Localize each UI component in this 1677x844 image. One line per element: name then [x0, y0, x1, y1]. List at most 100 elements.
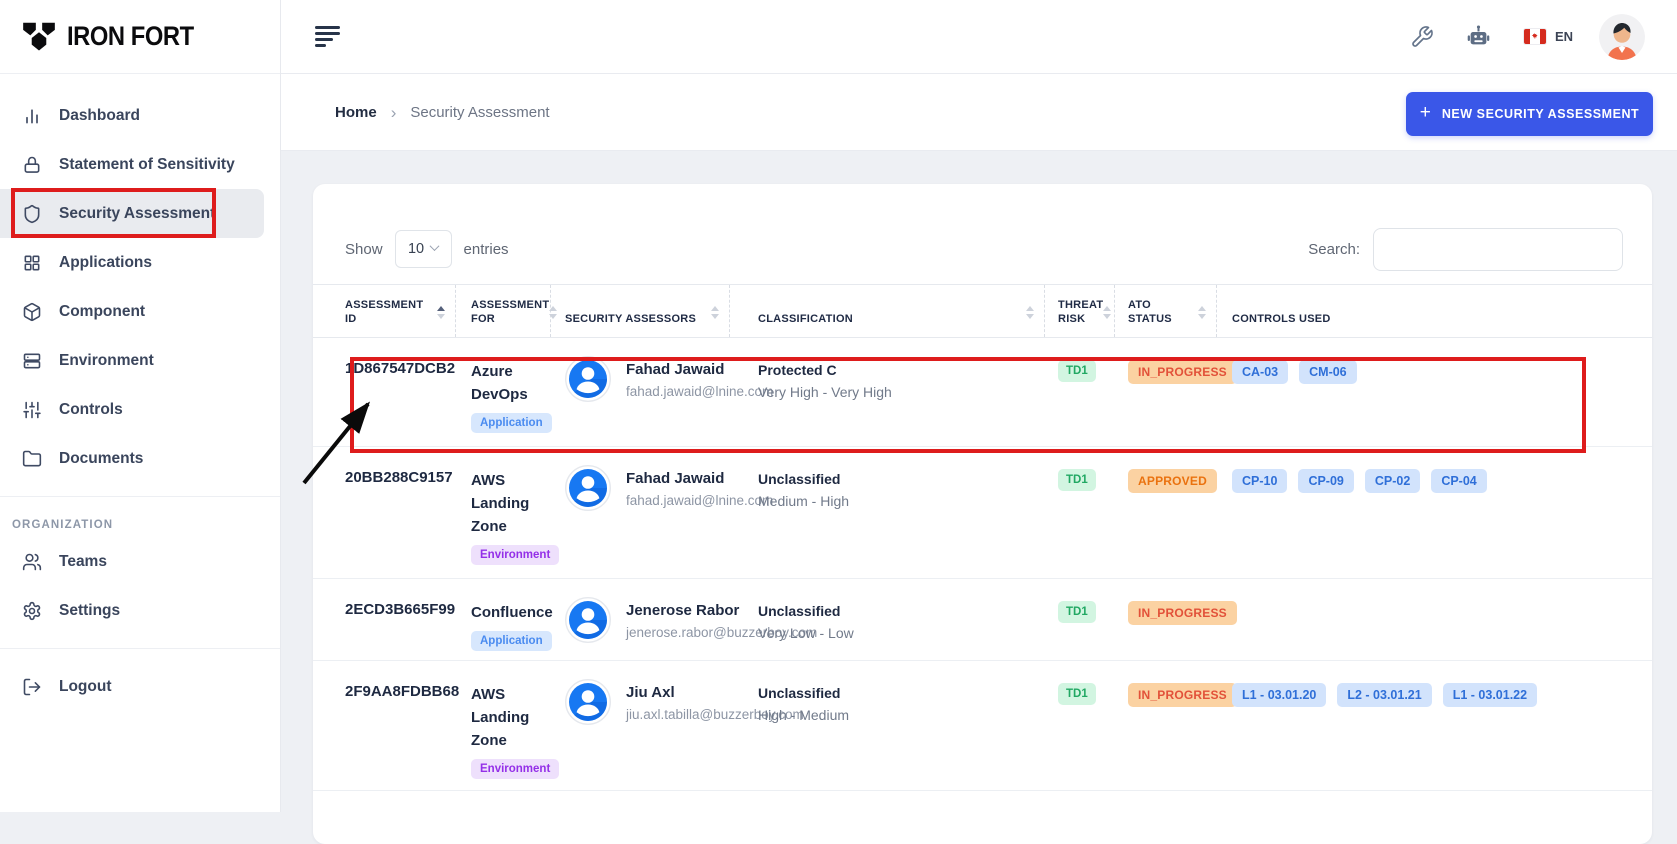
- classification-risk-range: Medium - High: [758, 489, 1045, 513]
- lock-icon: [22, 155, 42, 175]
- assessment-for-name: Landing: [471, 706, 551, 729]
- table-row[interactable]: 1D867547DCB2 AzureDevOps Application Fah…: [313, 338, 1652, 447]
- sidebar-item-label: Statement of Sensitivity: [59, 156, 235, 174]
- security-assessor-cell: Fahad Jawaid fahad.jawaid@lnine.com: [551, 338, 730, 446]
- column-header-ato-status[interactable]: ATO STATUS: [1115, 285, 1217, 337]
- sidebar-section-organization: ORGANIZATION: [0, 497, 280, 537]
- sidebar-item-environment[interactable]: Environment: [0, 336, 280, 385]
- classification-level: Unclassified: [758, 469, 1045, 489]
- person-avatar-icon: [565, 679, 611, 725]
- sidebar-item-applications[interactable]: Applications: [0, 238, 280, 287]
- classification-cell: Unclassified High - Medium: [730, 661, 1045, 790]
- sidebar: IRON FORT Dashboard Statement of Sensiti…: [0, 0, 281, 812]
- assessment-for-name: Zone: [471, 515, 551, 538]
- bull-fort-icon: [20, 18, 58, 56]
- sidebar-item-settings[interactable]: Settings: [0, 586, 280, 635]
- security-assessor-cell: Fahad Jawaid fahad.jawaid@lnine.com: [551, 447, 730, 578]
- breadcrumb-home[interactable]: Home: [335, 104, 377, 121]
- controls-used-cell: CA-03CM-06: [1217, 338, 1652, 446]
- column-header-assessment-id[interactable]: ASSESSMENT ID: [313, 285, 456, 337]
- sidebar-item-label: Teams: [59, 553, 107, 571]
- table-row[interactable]: 2F9AA8FDBB68 AWSLandingZone Environment …: [313, 661, 1652, 791]
- brand-logo[interactable]: IRON FORT: [0, 0, 280, 74]
- assessment-for-name: Confluence: [471, 601, 551, 624]
- canada-flag-icon[interactable]: [1524, 29, 1546, 44]
- column-header-controls-used: CONTROLS USED: [1217, 285, 1652, 337]
- control-badge: L1 - 03.01.22: [1443, 683, 1537, 707]
- sidebar-item-dashboard[interactable]: Dashboard: [0, 91, 280, 140]
- controls-used-cell: CP-10CP-09CP-02CP-04: [1217, 447, 1652, 578]
- assessment-for-cell: Confluence Application: [456, 579, 551, 660]
- column-header-security-assessors[interactable]: SECURITY ASSESSORS: [551, 285, 730, 337]
- column-header-classification[interactable]: CLASSIFICATION: [730, 285, 1045, 337]
- brand-name: IRON FORT: [67, 21, 194, 52]
- control-badge: CA-03: [1232, 360, 1288, 384]
- entries-label: entries: [464, 241, 509, 258]
- column-header-assessment-for[interactable]: ASSESSMENT FOR: [456, 285, 551, 337]
- user-avatar[interactable]: [1599, 14, 1645, 60]
- sidebar-item-documents[interactable]: Documents: [0, 434, 280, 483]
- sidebar-item-controls[interactable]: Controls: [0, 385, 280, 434]
- sidebar-item-label: Component: [59, 303, 145, 321]
- server-icon: [22, 351, 42, 371]
- sidebar-item-security-assessment[interactable]: Security Assessment: [0, 189, 264, 238]
- assessment-id: 2F9AA8FDBB68: [345, 683, 459, 700]
- plus-icon: +: [1420, 102, 1431, 124]
- classification-level: Unclassified: [758, 683, 1045, 703]
- sidebar-item-teams[interactable]: Teams: [0, 537, 280, 586]
- sidebar-item-label: Controls: [59, 401, 123, 419]
- classification-cell: Protected C Very High - Very High: [730, 338, 1045, 446]
- new-security-assessment-button[interactable]: + NEW SECURITY ASSESSMENT: [1406, 92, 1653, 136]
- table-header: ASSESSMENT ID ASSESSMENT FOR SECURITY AS…: [313, 284, 1652, 338]
- bar-chart-icon: [22, 106, 42, 126]
- type-badge: Environment: [471, 759, 559, 779]
- control-badge: CP-09: [1298, 469, 1353, 493]
- language-label[interactable]: EN: [1555, 29, 1573, 44]
- page-size-select[interactable]: 10: [395, 230, 452, 268]
- classification-risk-range: Very Low - Low: [758, 621, 1045, 645]
- assessment-id: 1D867547DCB2: [345, 360, 455, 377]
- wrench-icon[interactable]: [1410, 25, 1434, 49]
- folder-icon: [22, 449, 42, 469]
- sidebar-item-logout[interactable]: Logout: [0, 662, 280, 711]
- sidebar-item-label: Documents: [59, 450, 143, 468]
- robot-icon[interactable]: [1465, 23, 1492, 50]
- control-badge: L1 - 03.01.20: [1232, 683, 1326, 707]
- control-badge: CP-04: [1431, 469, 1486, 493]
- assessment-for-name: Zone: [471, 729, 551, 752]
- security-assessor-cell: Jenerose Rabor jenerose.rabor@buzzerboy.…: [551, 579, 730, 660]
- sort-icons: [437, 306, 445, 319]
- assessment-for-name: DevOps: [471, 383, 551, 406]
- logout-icon: [22, 677, 42, 697]
- assessment-id: 2ECD3B665F99: [345, 601, 455, 618]
- ato-status-badge: APPROVED: [1128, 469, 1217, 493]
- controls-used-cell: L1 - 03.01.20 L2 - 03.01.21 L1 - 03.01.22: [1217, 661, 1652, 790]
- hamburger-icon[interactable]: [315, 26, 340, 47]
- breadcrumb: Home › Security Assessment: [335, 74, 550, 151]
- type-badge: Environment: [471, 545, 559, 565]
- classification-level: Unclassified: [758, 601, 1045, 621]
- control-badge: L2 - 03.01.21: [1337, 683, 1431, 707]
- classification-cell: Unclassified Very Low - Low: [730, 579, 1045, 660]
- table-row[interactable]: 2ECD3B665F99 Confluence Application Jene…: [313, 579, 1652, 661]
- sidebar-item-statement-of-sensitivity[interactable]: Statement of Sensitivity: [0, 140, 280, 189]
- sidebar-item-label: Dashboard: [59, 107, 140, 125]
- search-input[interactable]: [1373, 228, 1623, 271]
- threat-risk-badge: TD1: [1058, 683, 1096, 705]
- person-avatar-icon: [565, 356, 611, 402]
- cube-icon: [22, 302, 42, 322]
- type-badge: Application: [471, 631, 552, 651]
- table-row[interactable]: 20BB288C9157 AWSLandingZone Environment …: [313, 447, 1652, 579]
- sort-icons: [1026, 306, 1034, 319]
- sidebar-item-label: Security Assessment: [59, 205, 215, 223]
- classification-level: Protected C: [758, 360, 1045, 380]
- threat-risk-badge: TD1: [1058, 360, 1096, 382]
- chevron-down-icon: [430, 241, 440, 251]
- shield-icon: [22, 204, 42, 224]
- column-header-threat-risk[interactable]: THREAT RISK: [1045, 285, 1115, 337]
- breadcrumb-current: Security Assessment: [410, 104, 549, 121]
- main-content: Show 10 entries Search: ASSESSMENT ID AS…: [281, 151, 1677, 812]
- sidebar-item-label: Applications: [59, 254, 152, 272]
- sidebar-item-component[interactable]: Component: [0, 287, 280, 336]
- security-assessor-cell: Jiu Axl jiu.axl.tabilla@buzzerboy.com: [551, 661, 730, 790]
